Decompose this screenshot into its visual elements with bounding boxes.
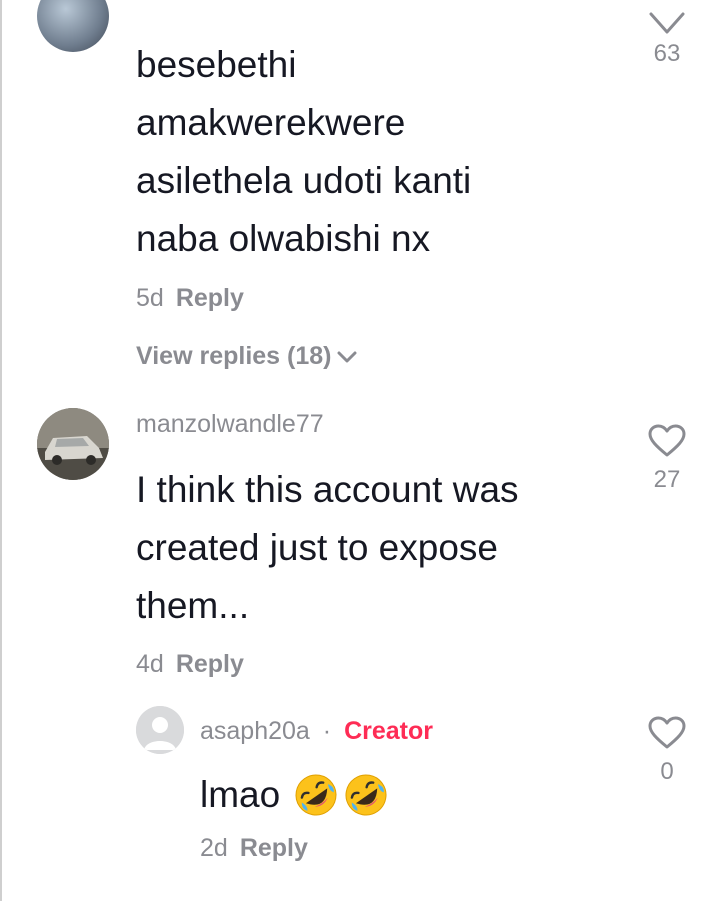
comment-1-like-button[interactable] bbox=[637, 0, 697, 36]
creator-badge: Creator bbox=[344, 717, 433, 745]
default-avatar-icon bbox=[136, 706, 184, 754]
comment-2-meta: 4d Reply bbox=[136, 650, 244, 679]
reply-reply-button[interactable]: Reply bbox=[240, 834, 308, 862]
reply-meta: 2d Reply bbox=[200, 834, 308, 863]
reply-username-row: asaph20a · Creator bbox=[200, 717, 433, 746]
view-replies-button[interactable]: View replies (18) bbox=[136, 342, 357, 371]
comment-1-text: besebethi amakwerekwere asilethela udoti… bbox=[136, 36, 471, 268]
comment-1-reply-button[interactable]: Reply bbox=[176, 284, 244, 312]
comment-1-meta: 5d Reply bbox=[136, 284, 244, 313]
comment-2-like-button[interactable] bbox=[637, 424, 697, 463]
comment-1-line-2: amakwerekwere bbox=[136, 102, 406, 143]
rolling-on-floor-laughing-emoji bbox=[345, 774, 387, 816]
reply-text-content: lmao bbox=[200, 774, 281, 815]
chevron-down-icon bbox=[337, 351, 357, 362]
reply-text: lmao bbox=[200, 766, 388, 824]
heart-outline-icon bbox=[649, 12, 685, 34]
heart-outline-icon bbox=[648, 424, 686, 457]
reply-separator: · bbox=[322, 717, 332, 745]
view-replies-label: View replies (18) bbox=[136, 342, 332, 370]
comment-1-line-1: besebethi bbox=[136, 44, 297, 85]
comment-2-text: I think this account was created just to… bbox=[136, 461, 519, 635]
comment-1-line-4: naba olwabishi nx bbox=[136, 218, 431, 259]
comment-2-reply-button[interactable]: Reply bbox=[176, 650, 244, 678]
comment-2-age: 4d bbox=[136, 650, 164, 678]
comment-2-username[interactable]: manzolwandle77 bbox=[136, 410, 324, 439]
reply-username[interactable]: asaph20a bbox=[200, 717, 310, 745]
reply-like-count: 0 bbox=[660, 758, 674, 785]
reply-age: 2d bbox=[200, 834, 228, 862]
comment-1-line-3: asilethela udoti kanti bbox=[136, 160, 472, 201]
avatar-reply[interactable] bbox=[136, 706, 184, 754]
car-photo bbox=[37, 408, 109, 480]
comment-2-like-count: 27 bbox=[653, 466, 681, 493]
avatar-comment-2[interactable] bbox=[37, 408, 109, 480]
comment-2-line-2: created just to expose bbox=[136, 527, 498, 568]
comment-2-line-1: I think this account was bbox=[136, 469, 519, 510]
avatar-comment-1[interactable] bbox=[37, 0, 109, 52]
reply-like-button[interactable] bbox=[637, 716, 697, 755]
left-border bbox=[0, 0, 2, 901]
heart-outline-icon bbox=[648, 716, 686, 749]
comment-1-age: 5d bbox=[136, 284, 164, 312]
rolling-on-floor-laughing-emoji bbox=[295, 774, 337, 816]
comment-2-line-3: them... bbox=[136, 585, 250, 626]
comment-1-like-count: 63 bbox=[653, 40, 681, 67]
